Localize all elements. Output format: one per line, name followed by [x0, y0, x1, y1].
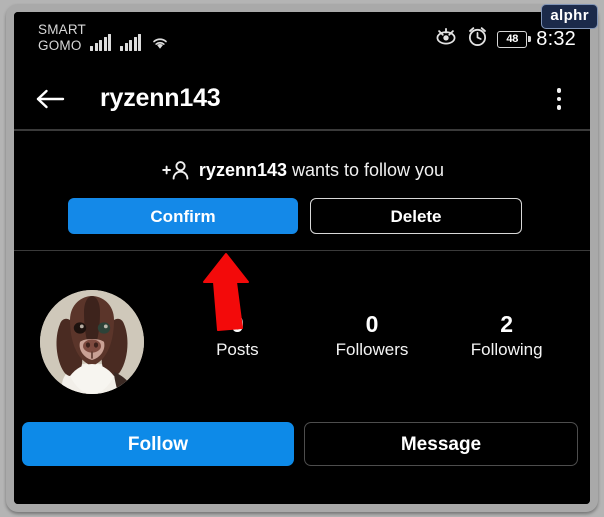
message-button[interactable]: Message: [304, 422, 578, 466]
profile-stats: 0 Posts 0 Followers 2 Following: [170, 310, 574, 362]
followers-label: Followers: [335, 340, 409, 359]
carrier-line-2: GOMO: [38, 38, 82, 53]
watermark-label: alphr: [550, 7, 589, 24]
battery-indicator: 48: [497, 30, 532, 48]
screenshot-frame: SMART GOMO 48 8:32 ryzenn143 ryzenn143 w…: [0, 0, 604, 517]
stat-posts[interactable]: 0 Posts: [170, 310, 305, 362]
back-arrow-icon[interactable]: [28, 80, 72, 118]
signal-bars-icon-sim1: [90, 33, 111, 51]
follow-request-buttons: Confirm Delete: [68, 198, 536, 234]
status-clock: 8:32: [536, 28, 576, 50]
carrier-label: SMART GOMO: [38, 22, 86, 54]
divider-request: [14, 250, 590, 251]
profile-section: 0 Posts 0 Followers 2 Following: [14, 266, 590, 406]
following-label: Following: [470, 340, 543, 359]
app-bar: ryzenn143: [14, 66, 590, 130]
page-title: ryzenn143: [100, 84, 221, 112]
confirm-button[interactable]: Confirm: [68, 198, 298, 234]
carrier-line-1: SMART: [38, 22, 87, 37]
signal-bars-icon-sim2: [120, 33, 141, 51]
battery-level-label: 48: [506, 32, 519, 45]
status-signal-group: [90, 29, 170, 51]
profile-action-buttons: Follow Message: [22, 422, 582, 466]
alarm-clock-icon: [467, 26, 488, 52]
following-count: 2: [500, 311, 514, 337]
eye-off-icon: [434, 27, 458, 51]
add-person-icon: [160, 159, 194, 181]
phone-screen: SMART GOMO 48 8:32 ryzenn143 ryzenn143 w…: [14, 12, 590, 504]
request-username: ryzenn143: [198, 160, 287, 180]
request-message: wants to follow you: [291, 160, 445, 180]
delete-button[interactable]: Delete: [310, 198, 522, 234]
wifi-icon: [150, 33, 170, 51]
stat-followers[interactable]: 0 Followers: [305, 310, 440, 362]
follow-request-text: ryzenn143 wants to follow you: [14, 159, 590, 181]
followers-count: 0: [365, 311, 379, 337]
stat-following[interactable]: 2 Following: [439, 310, 574, 362]
posts-label: Posts: [216, 340, 259, 359]
posts-count: 0: [230, 311, 244, 337]
avatar[interactable]: [40, 290, 144, 394]
divider-appbar: [14, 130, 590, 131]
follow-request-section: ryzenn143 wants to follow you Confirm De…: [14, 131, 590, 251]
alphr-watermark: alphr: [541, 4, 598, 29]
status-bar: SMART GOMO 48 8:32: [14, 12, 590, 66]
follow-button[interactable]: Follow: [22, 422, 294, 466]
three-dot-menu-icon[interactable]: [546, 82, 572, 116]
phone-bezel: SMART GOMO 48 8:32 ryzenn143 ryzenn143 w…: [6, 4, 598, 512]
status-icons-right: 48 8:32: [434, 26, 576, 52]
